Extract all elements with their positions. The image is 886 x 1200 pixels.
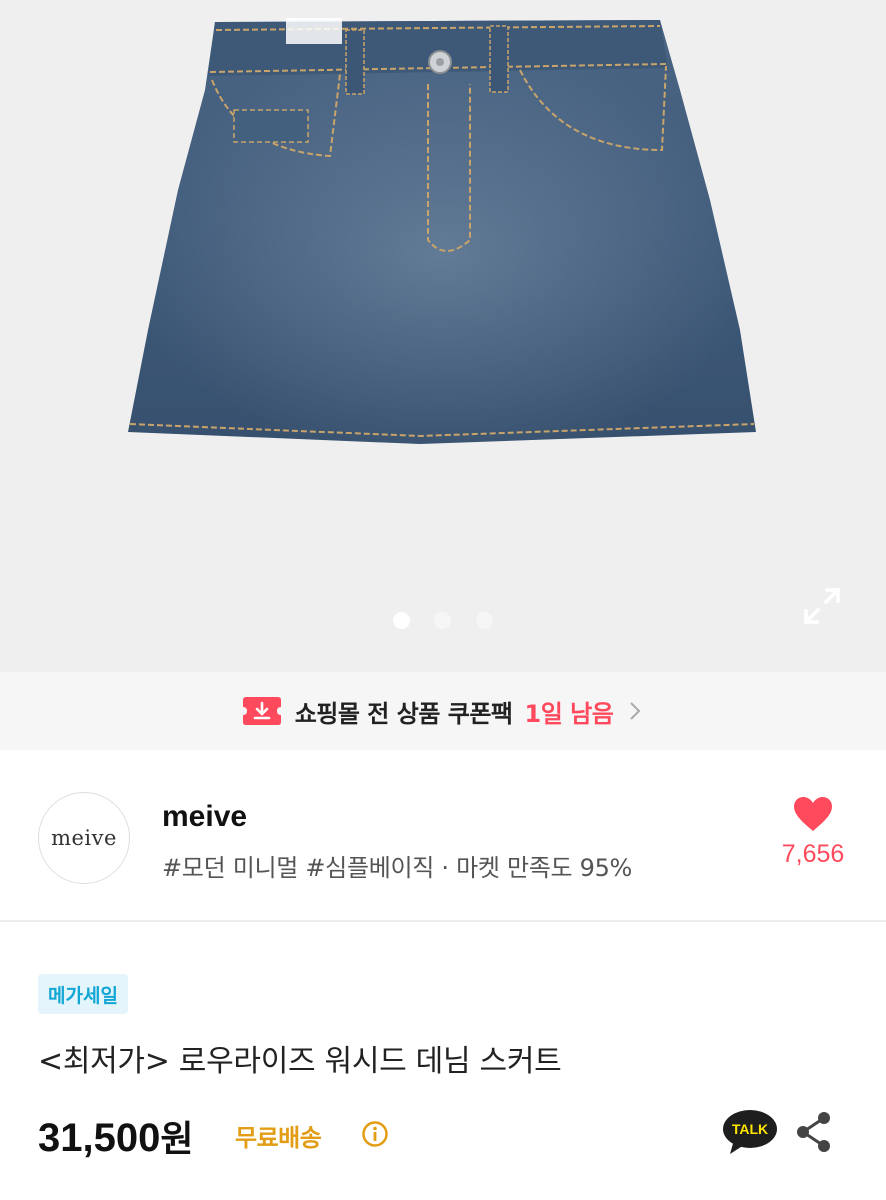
chevron-right-icon — [630, 702, 641, 720]
store-tags: #모던 미니멀 #심플베이직 · 마켓 만족도 95% — [162, 854, 633, 882]
coupon-remaining: 1일 남음 — [524, 699, 614, 728]
store-logo[interactable]: meive — [38, 792, 130, 884]
like-count: 7,656 — [781, 840, 845, 868]
carousel-dot-3[interactable] — [476, 612, 493, 629]
price-value: 31,500 — [38, 1116, 161, 1160]
store-name[interactable]: meive — [162, 800, 247, 834]
store-logo-text: meive — [51, 826, 117, 850]
carousel-dot-1[interactable] — [393, 612, 410, 629]
carousel-dot-2[interactable] — [434, 612, 451, 629]
store-info[interactable]: meive meive #모던 미니멀 #심플베이직 · 마켓 만족도 95% … — [0, 750, 886, 922]
price-unit: 원 — [160, 1119, 194, 1160]
product-image-carousel[interactable] — [0, 0, 886, 672]
talk-label: TALK — [732, 1121, 768, 1137]
coupon-download-icon — [242, 697, 281, 725]
like-button[interactable]: 7,656 — [770, 796, 856, 869]
coupon-text: 쇼핑몰 전 상품 쿠폰팩 — [294, 699, 513, 728]
expand-icon[interactable] — [802, 586, 842, 626]
product-image[interactable] — [0, 0, 886, 672]
carousel-indicator — [0, 612, 886, 630]
share-icon[interactable] — [794, 1110, 834, 1154]
free-shipping-label: 무료배송 — [235, 1124, 322, 1152]
product-price: 31,500원 — [38, 1110, 193, 1162]
coupon-banner[interactable]: 쇼핑몰 전 상품 쿠폰팩 1일 남음 — [0, 672, 886, 750]
product-title: <최저가> 로우라이즈 워시드 데님 스커트 — [38, 1044, 562, 1079]
heart-icon — [794, 797, 832, 831]
sale-badge: 메가세일 — [38, 974, 128, 1014]
kakao-talk-icon[interactable]: TALK — [722, 1108, 778, 1156]
info-icon[interactable] — [361, 1120, 389, 1148]
